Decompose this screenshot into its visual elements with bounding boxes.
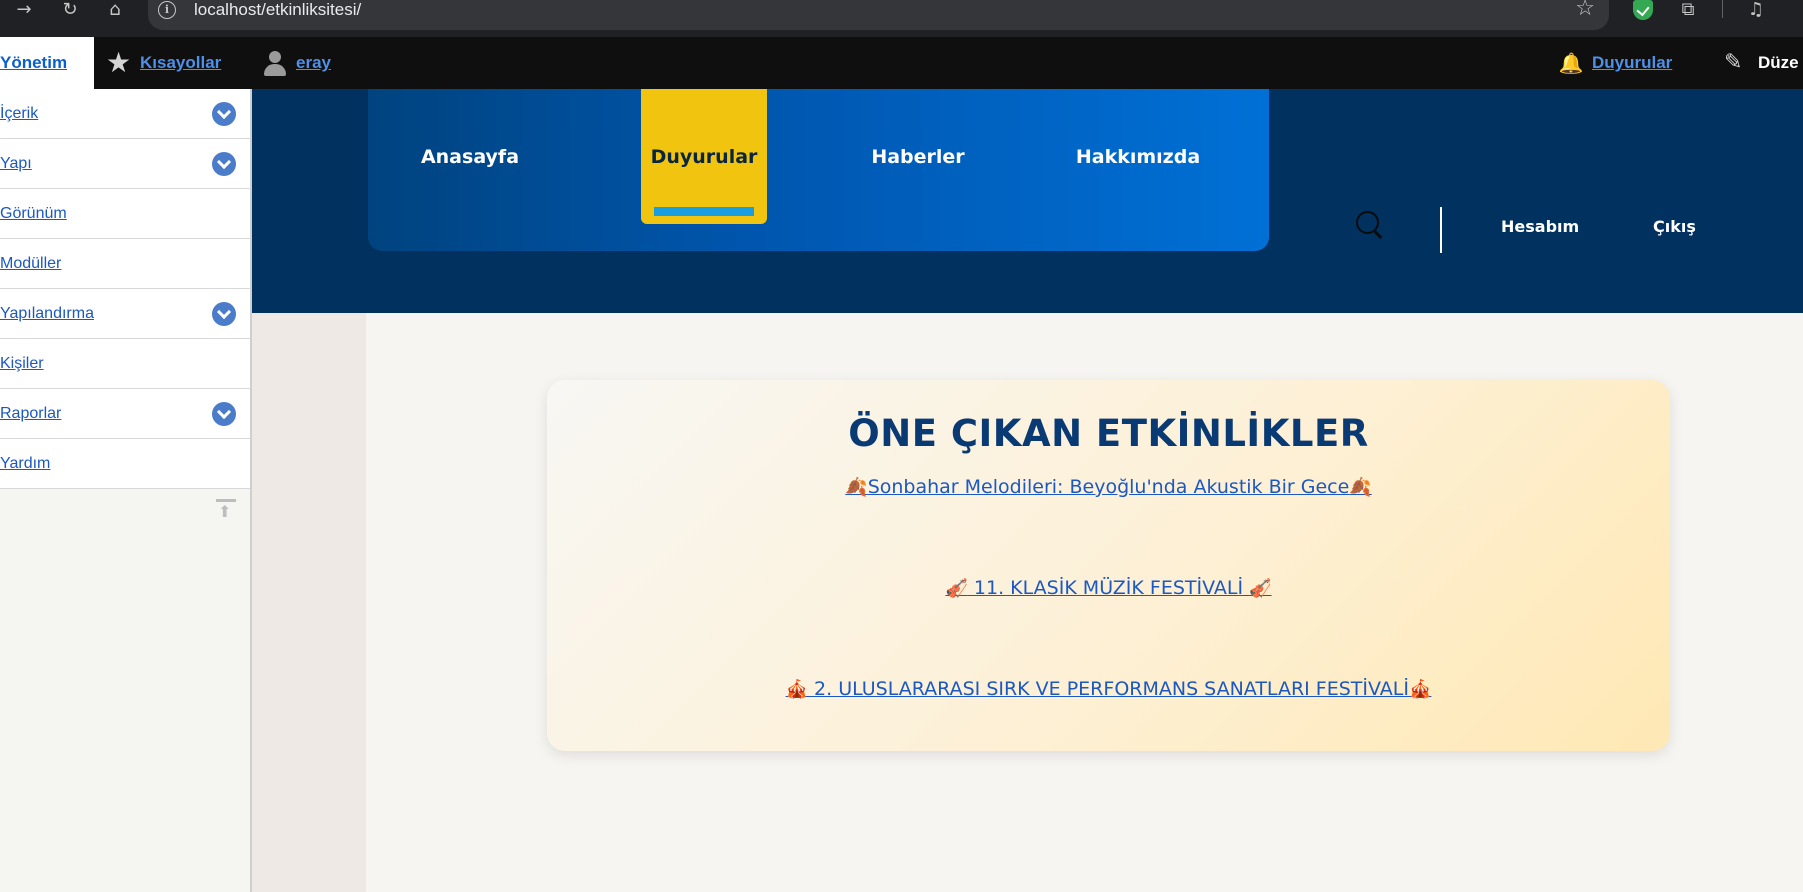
forward-icon[interactable]: →: [10, 0, 38, 24]
sidebar-item-help[interactable]: Yardım: [0, 439, 250, 489]
chevron-down-icon[interactable]: [212, 402, 236, 426]
search-icon[interactable]: [1356, 211, 1384, 239]
home-icon[interactable]: ⌂: [101, 0, 129, 24]
leaf-icon: 🍂: [845, 477, 868, 498]
logout-link[interactable]: Çıkış: [1653, 217, 1696, 236]
account-link[interactable]: Hesabım: [1501, 217, 1579, 236]
sidebar-item-label[interactable]: Yardım: [0, 455, 50, 473]
active-indicator: [654, 207, 754, 216]
sidebar-item-label[interactable]: Yapı: [0, 155, 32, 173]
url-text[interactable]: localhost/etkinliksitesi/: [194, 0, 361, 20]
star-icon: ★: [106, 46, 132, 79]
admin-toolbar: Yönetim ★ Kısayollar eray 🔔 Duyurular ✎ …: [0, 37, 1803, 89]
event-link[interactable]: 🍂Sonbahar Melodileri: Beyoğlu'nda Akusti…: [845, 476, 1371, 498]
pencil-icon: ✎: [1724, 50, 1743, 75]
address-bar[interactable]: i localhost/etkinliksitesi/ ☆: [148, 0, 1609, 30]
sidebar-item-label[interactable]: Raporlar: [0, 405, 61, 423]
event-link[interactable]: 🎻 11. KLASİK MÜZİK FESTİVALİ 🎻: [945, 577, 1271, 599]
content-left-strip: [252, 313, 366, 892]
site-header: Anasayfa Duyurular Haberler Hakkımızda H…: [252, 89, 1803, 313]
bookmark-star-icon[interactable]: ☆: [1575, 0, 1595, 20]
chevron-down-icon[interactable]: [212, 102, 236, 126]
event-link[interactable]: 🎪 2. ULUSLARARASI SIRK VE PERFORMANS SAN…: [786, 678, 1432, 700]
reload-icon[interactable]: ↻: [56, 0, 84, 24]
sidebar-item-label[interactable]: Kişiler: [0, 355, 44, 373]
sidebar-item-label[interactable]: Görünüm: [0, 205, 67, 223]
sidebar-item-label[interactable]: Yapılandırma: [0, 305, 94, 323]
sidebar-item-structure[interactable]: Yapı: [0, 139, 250, 189]
info-icon[interactable]: i: [158, 1, 176, 19]
edit-tab[interactable]: ✎ Düze: [1724, 37, 1799, 89]
circus-tent-icon: 🎪: [785, 679, 809, 700]
toolbar-divider: [1722, 0, 1723, 18]
event-item: 🎪 2. ULUSLARARASI SIRK VE PERFORMANS SAN…: [547, 678, 1670, 700]
event-item: 🎻 11. KLASİK MÜZİK FESTİVALİ 🎻: [547, 577, 1670, 599]
event-item: 🍂Sonbahar Melodileri: Beyoğlu'nda Akusti…: [547, 476, 1670, 498]
announcements-tab[interactable]: 🔔 Duyurular: [1558, 37, 1673, 89]
event-title[interactable]: Sonbahar Melodileri: Beyoğlu'nda Akustik…: [868, 476, 1350, 498]
nav-item-label[interactable]: Duyurular: [651, 146, 758, 168]
event-title[interactable]: 2. ULUSLARARASI SIRK VE PERFORMANS SANAT…: [808, 678, 1409, 700]
media-icon[interactable]: ♫: [1742, 0, 1770, 24]
featured-events-title: ÖNE ÇIKAN ETKİNLİKLER: [848, 412, 1369, 455]
sidebar-item-label[interactable]: Modüller: [0, 255, 61, 273]
user-icon: [262, 50, 288, 76]
sidebar-item-reports[interactable]: Raporlar: [0, 389, 250, 439]
nav-item-home[interactable]: Anasayfa: [410, 89, 530, 224]
chevron-down-icon[interactable]: [212, 302, 236, 326]
main-nav: Anasayfa Duyurular Haberler Hakkımızda: [368, 89, 1269, 251]
shield-extension-icon[interactable]: [1633, 0, 1653, 20]
user-tab[interactable]: eray: [262, 37, 331, 89]
nav-item-news[interactable]: Haberler: [858, 89, 978, 224]
shortcuts-tab[interactable]: ★ Kısayollar: [106, 37, 221, 89]
chevron-down-icon[interactable]: [212, 152, 236, 176]
sidebar-item-configuration[interactable]: Yapılandırma: [0, 289, 250, 339]
announcements-link[interactable]: Duyurular: [1592, 53, 1672, 73]
user-link[interactable]: eray: [296, 53, 331, 73]
nav-item-announcements[interactable]: Duyurular: [641, 89, 767, 224]
collapse-sidebar-icon[interactable]: [216, 499, 236, 527]
violin-icon: 🎻: [945, 578, 968, 599]
sidebar-item-people[interactable]: Kişiler: [0, 339, 250, 389]
admin-sidebar: İçerik Yapı Görünüm Modüller Yapılandırm…: [0, 89, 252, 892]
edit-label[interactable]: Düze: [1758, 53, 1799, 73]
leaf-icon: 🍂: [1349, 477, 1372, 498]
featured-events-card: ÖNE ÇIKAN ETKİNLİKLER 🍂Sonbahar Melodile…: [547, 380, 1670, 751]
nav-item-about[interactable]: Hakkımızda: [1068, 89, 1208, 224]
browser-toolbar: → ↻ ⌂ i localhost/etkinliksitesi/ ☆ ⧉ ♫: [0, 0, 1803, 37]
sidebar-item-content[interactable]: İçerik: [0, 89, 250, 139]
violin-icon: 🎻: [1249, 578, 1272, 599]
sidebar-item-label[interactable]: İçerik: [0, 105, 38, 123]
event-title[interactable]: 11. KLASİK MÜZİK FESTİVALİ: [968, 577, 1249, 599]
header-divider: [1440, 207, 1442, 253]
bell-icon: 🔔: [1558, 51, 1584, 75]
extensions-icon[interactable]: ⧉: [1674, 0, 1702, 24]
manage-link[interactable]: Yönetim: [0, 53, 67, 73]
shortcuts-link[interactable]: Kısayollar: [140, 53, 221, 73]
circus-tent-icon: 🎪: [1408, 679, 1432, 700]
sidebar-item-modules[interactable]: Modüller: [0, 239, 250, 289]
manage-tab[interactable]: Yönetim: [0, 37, 94, 89]
sidebar-item-appearance[interactable]: Görünüm: [0, 189, 250, 239]
